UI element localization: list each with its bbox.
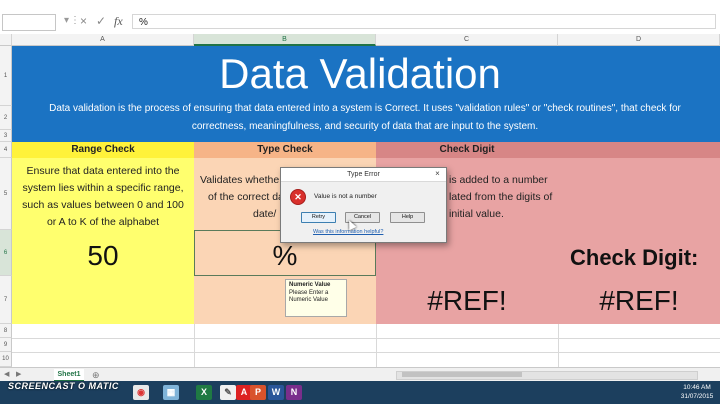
check-digit-description-line2: lated from the digits of <box>449 191 553 203</box>
grid-line <box>558 324 559 367</box>
separator: ⋮ <box>70 15 80 26</box>
row-header-5[interactable]: 5 <box>0 158 12 230</box>
column-header-b[interactable]: B <box>194 34 376 46</box>
grid-line <box>12 352 720 353</box>
excel-icon[interactable]: X <box>196 385 212 400</box>
row-header-4[interactable]: 4 <box>0 142 12 158</box>
insert-function-icon[interactable]: fx <box>114 14 123 29</box>
powerpoint-icon[interactable]: P <box>250 385 266 400</box>
check-digit-label: Check Digit: <box>570 245 699 270</box>
name-box-dropdown-icon[interactable]: ▾ <box>64 15 69 26</box>
row-header-10[interactable]: 10 <box>0 352 12 367</box>
help-button[interactable]: Help <box>390 212 425 223</box>
type-check-description-line3: date/ <box>253 208 277 220</box>
type-error-dialog: Type Error × ✕ Value is not a number Ret… <box>280 167 447 243</box>
row-header-9[interactable]: 9 <box>0 338 12 352</box>
clock-time: 10:46 AM <box>683 384 711 391</box>
select-all-corner[interactable] <box>0 34 12 46</box>
column-header-d[interactable]: D <box>558 34 720 46</box>
dialog-message: Value is not a number <box>314 193 377 200</box>
word-icon[interactable]: W <box>268 385 284 400</box>
type-check-description-line1: Validates whethe <box>200 174 280 186</box>
explorer-icon[interactable]: ▦ <box>163 385 179 400</box>
row-header-6[interactable]: 6 <box>0 230 12 276</box>
onenote-icon[interactable]: N <box>286 385 302 400</box>
name-box[interactable] <box>2 14 56 31</box>
dialog-titlebar[interactable]: Type Error × <box>281 168 446 182</box>
close-icon[interactable]: × <box>432 169 443 179</box>
type-check-title: Type Check <box>257 144 313 155</box>
row-header-7[interactable]: 7 <box>0 276 12 324</box>
banner-description: Data validation is the process of ensuri… <box>49 103 681 132</box>
column-header-a[interactable]: A <box>12 34 194 46</box>
check-digit-value-c[interactable]: #REF! <box>376 285 558 317</box>
sheet-next-icon[interactable]: ▶ <box>16 370 21 378</box>
clock-date: 31/07/2015 <box>680 393 714 400</box>
input-message-title: Numeric Value <box>289 282 331 288</box>
error-icon: ✕ <box>290 189 306 205</box>
range-check-value[interactable]: 50 <box>12 240 194 272</box>
formula-bar: ▾ ⋮ × ✓ fx % <box>0 0 720 35</box>
row-header-8[interactable]: 8 <box>0 324 12 338</box>
add-sheet-icon[interactable]: ⊕ <box>92 370 100 381</box>
horizontal-scrollbar-thumb[interactable] <box>402 372 522 377</box>
grid-line <box>12 338 720 339</box>
dialog-title: Type Error <box>347 171 380 178</box>
recorder-watermark: SCREENCAST O MATIC <box>8 381 119 391</box>
chrome-icon[interactable]: ◉ <box>133 385 149 400</box>
sheet-prev-icon[interactable]: ◀ <box>4 370 9 378</box>
retry-button[interactable]: Retry <box>301 212 336 223</box>
check-digit-description-line1: is added to a number <box>449 174 548 186</box>
row-header-2[interactable]: 2 <box>0 106 12 130</box>
grid-line <box>376 324 377 367</box>
page-title: Data Validation <box>219 50 501 97</box>
type-check-value[interactable]: % <box>194 240 376 272</box>
column-header-c[interactable]: C <box>376 34 558 46</box>
formula-input[interactable]: % <box>132 14 716 29</box>
type-check-description-line2: of the correct dat <box>208 191 287 203</box>
input-message-tooltip: Numeric Value Please Enter a Numeric Val… <box>285 279 347 317</box>
range-check-title: Range Check <box>71 144 135 155</box>
check-digit-description-line3: initial value. <box>449 208 504 220</box>
system-clock[interactable]: 10:46 AM 31/07/2015 <box>677 383 717 401</box>
enter-icon[interactable]: ✓ <box>96 14 106 28</box>
paint-icon[interactable]: ✎ <box>220 385 236 400</box>
range-check-description: Ensure that data entered into the system… <box>22 165 184 228</box>
cancel-icon[interactable]: × <box>80 14 87 28</box>
grid-line <box>194 324 195 367</box>
check-digit-title: Check Digit <box>439 144 495 155</box>
row-header-3[interactable]: 3 <box>0 130 12 142</box>
check-digit-value-d[interactable]: #REF! <box>558 285 720 317</box>
input-message-body: Please Enter a Numeric Value <box>289 289 329 304</box>
